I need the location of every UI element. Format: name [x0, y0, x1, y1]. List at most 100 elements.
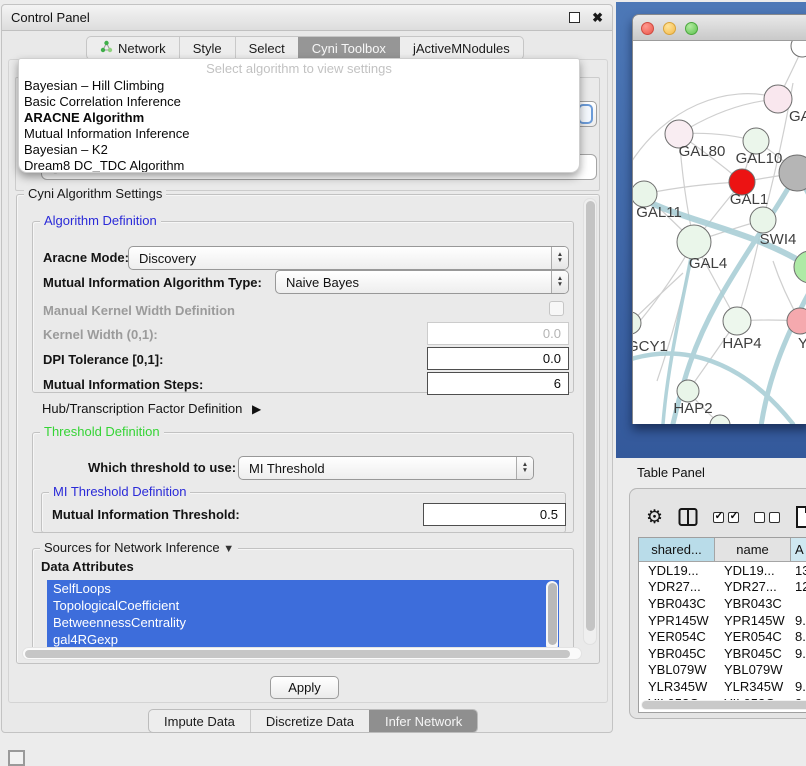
node-label: GAL1 — [730, 191, 768, 208]
manual-kernel-checkbox[interactable] — [549, 301, 564, 316]
hub-tf-section-toggle[interactable]: Hub/Transcription Factor Definition ▶ — [42, 401, 261, 416]
node-label: GAL80 — [679, 143, 726, 160]
table-cell: YPR145W — [715, 613, 791, 628]
attribute-item[interactable]: BetweennessCentrality — [47, 614, 559, 631]
tab-cyni-toolbox[interactable]: Cyni Toolbox — [298, 37, 399, 59]
combo-stepper-icon[interactable]: ▲▼ — [551, 271, 568, 293]
combo-stepper-icon[interactable]: ▲▼ — [516, 457, 533, 479]
node-label: GAL — [789, 108, 806, 125]
tab-discretize-data[interactable]: Discretize Data — [250, 710, 369, 732]
algorithm-option[interactable]: Basic Correlation Inference — [19, 94, 579, 110]
minimize-traffic-light-icon[interactable] — [663, 22, 676, 35]
table-row[interactable]: YER054CYER054C8. — [639, 628, 806, 645]
algorithm-option[interactable]: Mutual Information Inference — [19, 126, 579, 142]
tab-label: Network — [118, 41, 166, 56]
tab-infer-network[interactable]: Infer Network — [369, 710, 477, 732]
control-panel-titlebar: Control Panel ✖ — [2, 5, 612, 31]
table-cell: YBR043C — [715, 596, 791, 611]
network-canvas[interactable]: GALGAL80GAL10GAL1GAL11SWI4GAL4GCY1HAP4YH… — [633, 41, 806, 424]
dpi-tolerance-label: DPI Tolerance [0,1]: — [43, 352, 163, 367]
tab-style[interactable]: Style — [179, 37, 235, 59]
kernel-width-field[interactable]: 0.0 — [427, 322, 569, 345]
tab-jactivemnodules[interactable]: jActiveMNodules — [399, 37, 523, 59]
algorithm-option[interactable]: Bayesian – Hill Climbing — [19, 78, 579, 94]
network-node[interactable] — [723, 307, 751, 335]
threshold-definition-title: Threshold Definition — [40, 424, 164, 439]
table-row[interactable]: YLR345WYLR345W9. — [639, 678, 806, 695]
kernel-width-label: Kernel Width (0,1): — [43, 327, 158, 342]
which-threshold-combo[interactable]: MI Threshold ▲▼ — [238, 456, 534, 480]
column-header-partial[interactable]: A — [791, 538, 806, 561]
table-horizontal-scrollbar[interactable] — [641, 700, 806, 710]
table-header-row: shared... name A — [639, 538, 806, 562]
data-attributes-list[interactable]: SelfLoopsTopologicalCoefficientBetweenne… — [47, 580, 559, 652]
algorithm-option[interactable]: Dream8 DC_TDC Algorithm — [19, 158, 579, 173]
mi-type-value: Naive Bayes — [276, 275, 551, 290]
close-traffic-light-icon[interactable] — [641, 22, 654, 35]
attr-items: SelfLoopsTopologicalCoefficientBetweenne… — [47, 580, 559, 648]
float-window-icon[interactable] — [569, 12, 580, 23]
apply-button[interactable]: Apply — [270, 676, 339, 699]
table-row[interactable]: YBR045CYBR045C9. — [639, 645, 806, 662]
algorithm-option[interactable]: Bayesian – K2 — [19, 142, 579, 158]
table-row[interactable]: YPR145WYPR145W9. — [639, 612, 806, 629]
attribute-item[interactable]: TopologicalCoefficient — [47, 597, 559, 614]
deselect-all-columns-icon[interactable] — [754, 512, 780, 523]
function-builder-icon[interactable] — [795, 506, 806, 528]
settings-vertical-scrollbar[interactable] — [583, 198, 597, 645]
columns-icon[interactable] — [678, 507, 698, 527]
network-node[interactable] — [791, 41, 806, 57]
table-cell: YDR27... — [715, 579, 791, 594]
table-panel-title: Table Panel — [637, 465, 705, 480]
scrollbar-thumb[interactable] — [642, 701, 806, 709]
table-cell: YLR345W — [639, 679, 715, 694]
down-arrow-icon: ▼ — [557, 282, 563, 288]
control-panel-title: Control Panel — [11, 10, 569, 25]
network-node[interactable] — [710, 415, 730, 424]
combo-stepper-icon[interactable]: ▲▼ — [551, 247, 568, 269]
algorithm-option[interactable]: ARACNE Algorithm — [19, 110, 579, 126]
aracne-mode-combo[interactable]: Discovery ▲▼ — [128, 246, 569, 270]
scrollbar-thumb[interactable] — [548, 583, 557, 645]
attribute-item[interactable]: SelfLoops — [47, 580, 559, 597]
attributes-scrollbar[interactable] — [546, 581, 558, 651]
table-panel-window: ⚙ shared... name A YDL19...YDL19...13YDR… — [629, 488, 806, 719]
scrollbar-thumb[interactable] — [586, 201, 595, 631]
node-label: HAP2 — [673, 400, 712, 417]
dpi-tolerance-field[interactable]: 0.0 — [427, 347, 569, 370]
table-toolbar: ⚙ — [638, 503, 806, 531]
gear-icon[interactable]: ⚙ — [646, 508, 663, 527]
tab-network[interactable]: Network — [87, 37, 179, 59]
network-node[interactable] — [764, 85, 792, 113]
table-cell: YDL19... — [639, 563, 715, 578]
mi-type-combo[interactable]: Naive Bayes ▲▼ — [275, 270, 569, 294]
column-header-name[interactable]: name — [715, 538, 791, 561]
mi-type-label: Mutual Information Algorithm Type: — [43, 275, 262, 290]
algorithm-dropdown: Select algorithm to view settings Bayesi… — [18, 58, 580, 173]
network-node[interactable] — [677, 380, 699, 402]
close-icon[interactable]: ✖ — [592, 12, 603, 23]
network-node[interactable] — [677, 225, 711, 259]
table-row[interactable]: YDL19...YDL19...13 — [639, 562, 806, 579]
table-row[interactable]: YDR27...YDR27...12 — [639, 579, 806, 596]
tab-select[interactable]: Select — [235, 37, 298, 59]
column-header-shared-name[interactable]: shared... — [639, 538, 715, 561]
node-label: HAP4 — [722, 335, 761, 352]
zoom-traffic-light-icon[interactable] — [685, 22, 698, 35]
mi-steps-field[interactable]: 6 — [427, 372, 569, 395]
table-row[interactable]: YBL079WYBL079W — [639, 662, 806, 679]
select-all-columns-icon[interactable] — [713, 512, 739, 523]
combo-stepper-focused[interactable] — [578, 104, 593, 124]
network-node[interactable] — [750, 207, 776, 233]
settings-horizontal-scrollbar[interactable] — [22, 647, 582, 660]
tab-label: jActiveMNodules — [413, 41, 510, 56]
expand-arrow-icon[interactable]: ▼ — [223, 543, 234, 555]
table-cell: YBL079W — [639, 662, 715, 677]
mi-threshold-field[interactable]: 0.5 — [423, 503, 566, 526]
tab-impute-data[interactable]: Impute Data — [149, 710, 250, 732]
table-row[interactable]: YBR043CYBR043C — [639, 595, 806, 612]
attribute-item[interactable]: gal4RGexp — [47, 631, 559, 648]
scrollbar-thumb[interactable] — [25, 650, 570, 658]
network-node[interactable] — [633, 312, 641, 334]
mini-window-button[interactable] — [8, 750, 25, 766]
